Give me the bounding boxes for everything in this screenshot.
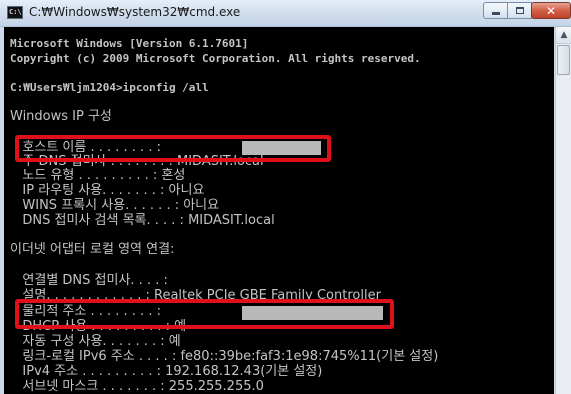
console-line: 링크-로컬 IPv6 주소 . . . . : fe80::39be:faf3:… bbox=[10, 349, 439, 364]
close-icon: ✕ bbox=[545, 3, 557, 18]
console-line: 서브넷 마스크 . . . . . . . : 255.255.255.0 bbox=[10, 379, 264, 394]
console-line: 자동 구성 사용. . . . . . . : 예 bbox=[10, 334, 181, 349]
console-output[interactable]: Microsoft Windows [Version 6.1.7601] Cop… bbox=[4, 27, 554, 394]
title-bar[interactable]: C:\ C:₩Windows₩system32₩cmd.exe ✕ bbox=[0, 0, 571, 27]
minimize-button[interactable] bbox=[483, 2, 508, 19]
highlight-box-hostname bbox=[15, 135, 331, 162]
cmd-icon-text: C:\ bbox=[9, 8, 22, 16]
maximize-button[interactable] bbox=[507, 2, 532, 19]
console-line: 이더넷 어댑터 로컬 영역 연결: bbox=[10, 242, 175, 257]
console-line: IPv4 주소 . . . . . . . . . : 192.168.12.4… bbox=[10, 364, 323, 379]
console-line: Windows IP 구성 bbox=[10, 109, 112, 124]
console-line: 노드 유형 . . . . . . . . . : 혼성 bbox=[10, 168, 186, 183]
console-line: Microsoft Windows [Version 6.1.7601] bbox=[10, 37, 249, 50]
console-line: IP 라우팅 사용. . . . . . . : 아니요 bbox=[10, 183, 205, 198]
close-button[interactable]: ✕ bbox=[531, 2, 571, 19]
console-line: C:₩Users₩ljm1204>ipconfig /all bbox=[10, 81, 209, 94]
console-line: Copyright (c) 2009 Microsoft Corporation… bbox=[10, 52, 421, 65]
minimize-icon bbox=[491, 12, 500, 15]
console-line: DNS 접미사 검색 목록. . . . : MIDASIT.local bbox=[10, 213, 275, 228]
window-title: C:₩Windows₩system32₩cmd.exe bbox=[29, 5, 241, 19]
scrollbar-thumb[interactable] bbox=[557, 45, 570, 75]
scroll-up-arrow-icon[interactable]: ▲ bbox=[556, 27, 571, 44]
cmd-window: C:\ C:₩Windows₩system32₩cmd.exe ✕ Micros… bbox=[0, 0, 571, 394]
maximize-icon bbox=[515, 7, 524, 14]
highlight-box-mac-address bbox=[15, 299, 394, 329]
vertical-scrollbar[interactable]: ▲ bbox=[555, 27, 571, 394]
console-line: 연결별 DNS 접미사. . . . : bbox=[10, 273, 168, 288]
console-line: WINS 프록시 사용. . . . . . : 아니요 bbox=[10, 198, 220, 213]
cmd-icon[interactable]: C:\ bbox=[7, 6, 23, 19]
